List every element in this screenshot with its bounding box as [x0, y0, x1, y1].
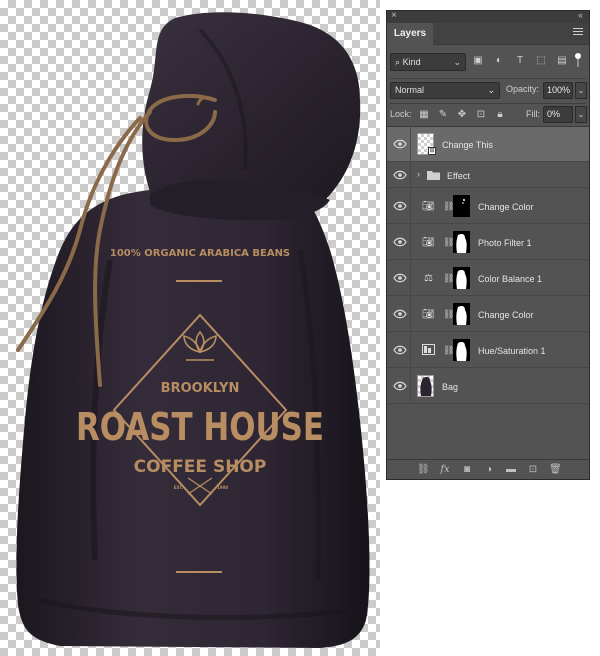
panel-menu-icon[interactable] [573, 28, 583, 38]
new-layer-icon[interactable]: ⊡ [527, 464, 539, 476]
camera-icon: 📷︎ [422, 237, 435, 248]
camera-icon: 📷︎ [422, 201, 435, 212]
eye-icon[interactable] [393, 201, 407, 211]
layer-name[interactable]: Hue/Saturation 1 [478, 346, 546, 356]
layer-name[interactable]: Change Color [478, 310, 534, 320]
layer-row[interactable]: ⊞ Change This [387, 127, 589, 162]
chevron-down-icon: ⌄ [487, 85, 495, 95]
fill-dropdown-icon[interactable]: ⌄ [575, 106, 587, 123]
layer-mask-thumbnail [453, 231, 470, 253]
divider-top [176, 280, 222, 282]
divider-bottom [176, 571, 222, 573]
tab-layers[interactable]: Layers [387, 23, 433, 45]
layers-panel: × « Layers ⌕ Kind ⌄ ▣ ◐ T ⬚ ▤ Normal ⌄ O… [386, 10, 590, 480]
layer-row[interactable]: ⚖︎ ⛓︎ Color Balance 1 [387, 261, 589, 296]
lock-row: Lock: ▦ ✎ ✥ ⊡ 🔒︎ Fill: 0% ⌄ [390, 103, 587, 123]
fill-label: Fill: [526, 109, 540, 119]
collapse-icon[interactable]: « [578, 10, 583, 20]
fill-input[interactable]: 0% [543, 106, 573, 123]
document-canvas[interactable]: 100% ORGANIC ARABICA BEANS BROOKLYN ROAS… [0, 0, 380, 656]
layer-name[interactable]: Bag [442, 382, 458, 392]
pixel-filter-icon[interactable]: ▣ [472, 55, 484, 67]
coffee-bag-artwork: 100% ORGANIC ARABICA BEANS BROOKLYN ROAS… [16, 12, 370, 648]
layer-mask-thumbnail [453, 267, 470, 289]
layer-mask-thumbnail [453, 303, 470, 325]
smart-object-badge-icon: ⊞ [428, 147, 436, 155]
blend-mode-select[interactable]: Normal ⌄ [390, 82, 500, 99]
filter-row: ⌕ Kind ⌄ ▣ ◐ T ⬚ ▤ [390, 53, 586, 73]
lock-label: Lock: [390, 109, 412, 119]
camera-icon: 📷︎ [422, 309, 435, 320]
layer-row[interactable]: 📷︎ ⛓︎ Change Color [387, 297, 589, 332]
adjustment-layer-icon[interactable]: ◑ [483, 464, 495, 476]
search-icon: ⌕ [395, 57, 401, 67]
est-text: EST. [174, 485, 184, 490]
link-layers-icon[interactable]: ⛓︎ [417, 464, 430, 476]
new-group-icon[interactable]: ▬ [505, 464, 517, 476]
shape-filter-icon[interactable]: ⬚ [535, 55, 547, 67]
layers-list: ⊞ Change This › Effect 📷︎ ⛓︎ Change Colo… [387, 126, 589, 404]
lock-all-icon[interactable]: 🔒︎ [494, 109, 506, 121]
folder-icon [427, 171, 440, 180]
year-text: 1900 [217, 485, 228, 490]
eye-icon[interactable] [393, 273, 407, 283]
eye-icon[interactable] [393, 139, 407, 149]
kind-filter-dropdown[interactable]: ⌕ Kind ⌄ [390, 53, 466, 71]
eye-icon[interactable] [393, 381, 407, 391]
eye-icon[interactable] [393, 345, 407, 355]
layer-row[interactable]: ⛓︎ Hue/Saturation 1 [387, 333, 589, 368]
layer-mask-thumbnail [453, 339, 470, 361]
adjustment-filter-icon[interactable]: ◐ [493, 55, 505, 67]
panel-tab-row: Layers [387, 23, 589, 45]
lock-position-icon[interactable]: ✥ [456, 109, 468, 121]
layer-name[interactable]: Change Color [478, 202, 534, 212]
layer-mask-thumbnail [453, 195, 470, 217]
blend-mode-value: Normal [395, 85, 425, 95]
organic-text: 100% ORGANIC ARABICA BEANS [110, 248, 290, 259]
type-filter-icon[interactable]: T [514, 55, 526, 67]
opacity-dropdown-icon[interactable]: ⌄ [575, 82, 587, 99]
layer-row[interactable]: Bag [387, 369, 589, 404]
eye-icon[interactable] [393, 237, 407, 247]
smart-object-filter-icon[interactable]: ▤ [556, 55, 568, 67]
lock-artboard-icon[interactable]: ⊡ [475, 109, 487, 121]
eye-icon[interactable] [393, 309, 407, 319]
blend-row: Normal ⌄ Opacity: 100% ⌄ [390, 78, 587, 99]
panel-titlebar: × « [387, 10, 589, 23]
layer-row[interactable]: 📷︎ ⛓︎ Change Color [387, 189, 589, 224]
layer-name[interactable]: Photo Filter 1 [478, 238, 532, 248]
chevron-down-icon: ⌄ [453, 57, 461, 67]
opacity-label: Opacity: [506, 84, 540, 94]
kind-label: Kind [402, 57, 421, 67]
brooklyn-text: BROOKLYN [161, 381, 240, 396]
close-icon[interactable]: × [391, 10, 397, 21]
eye-icon[interactable] [393, 170, 407, 180]
lock-image-icon[interactable]: ✎ [437, 109, 449, 121]
layer-name[interactable]: Change This [442, 140, 493, 150]
layer-name[interactable]: Color Balance 1 [478, 274, 542, 284]
add-mask-icon[interactable]: ◙ [461, 464, 473, 476]
bag-layer-thumbnail [417, 375, 434, 397]
layer-name[interactable]: Effect [447, 171, 470, 181]
hue-saturation-icon [422, 344, 435, 355]
lock-transparency-icon[interactable]: ▦ [418, 109, 430, 121]
fx-icon[interactable]: fx [439, 464, 451, 476]
chevron-right-icon[interactable]: › [417, 169, 420, 179]
layer-row[interactable]: › Effect [387, 163, 589, 188]
layers-footer: ⛓︎ fx ◙ ◑ ▬ ⊡ 🗑︎ [387, 459, 589, 479]
layer-row[interactable]: 📷︎ ⛓︎ Photo Filter 1 [387, 225, 589, 260]
trash-icon[interactable]: 🗑︎ [549, 464, 562, 476]
balance-scale-icon: ⚖︎ [424, 273, 433, 284]
opacity-input[interactable]: 100% [543, 82, 573, 99]
roast-house-text: ROAST HOUSE [76, 405, 324, 449]
coffee-shop-text: COFFEE SHOP [134, 457, 267, 477]
filter-toggle[interactable] [574, 53, 582, 67]
